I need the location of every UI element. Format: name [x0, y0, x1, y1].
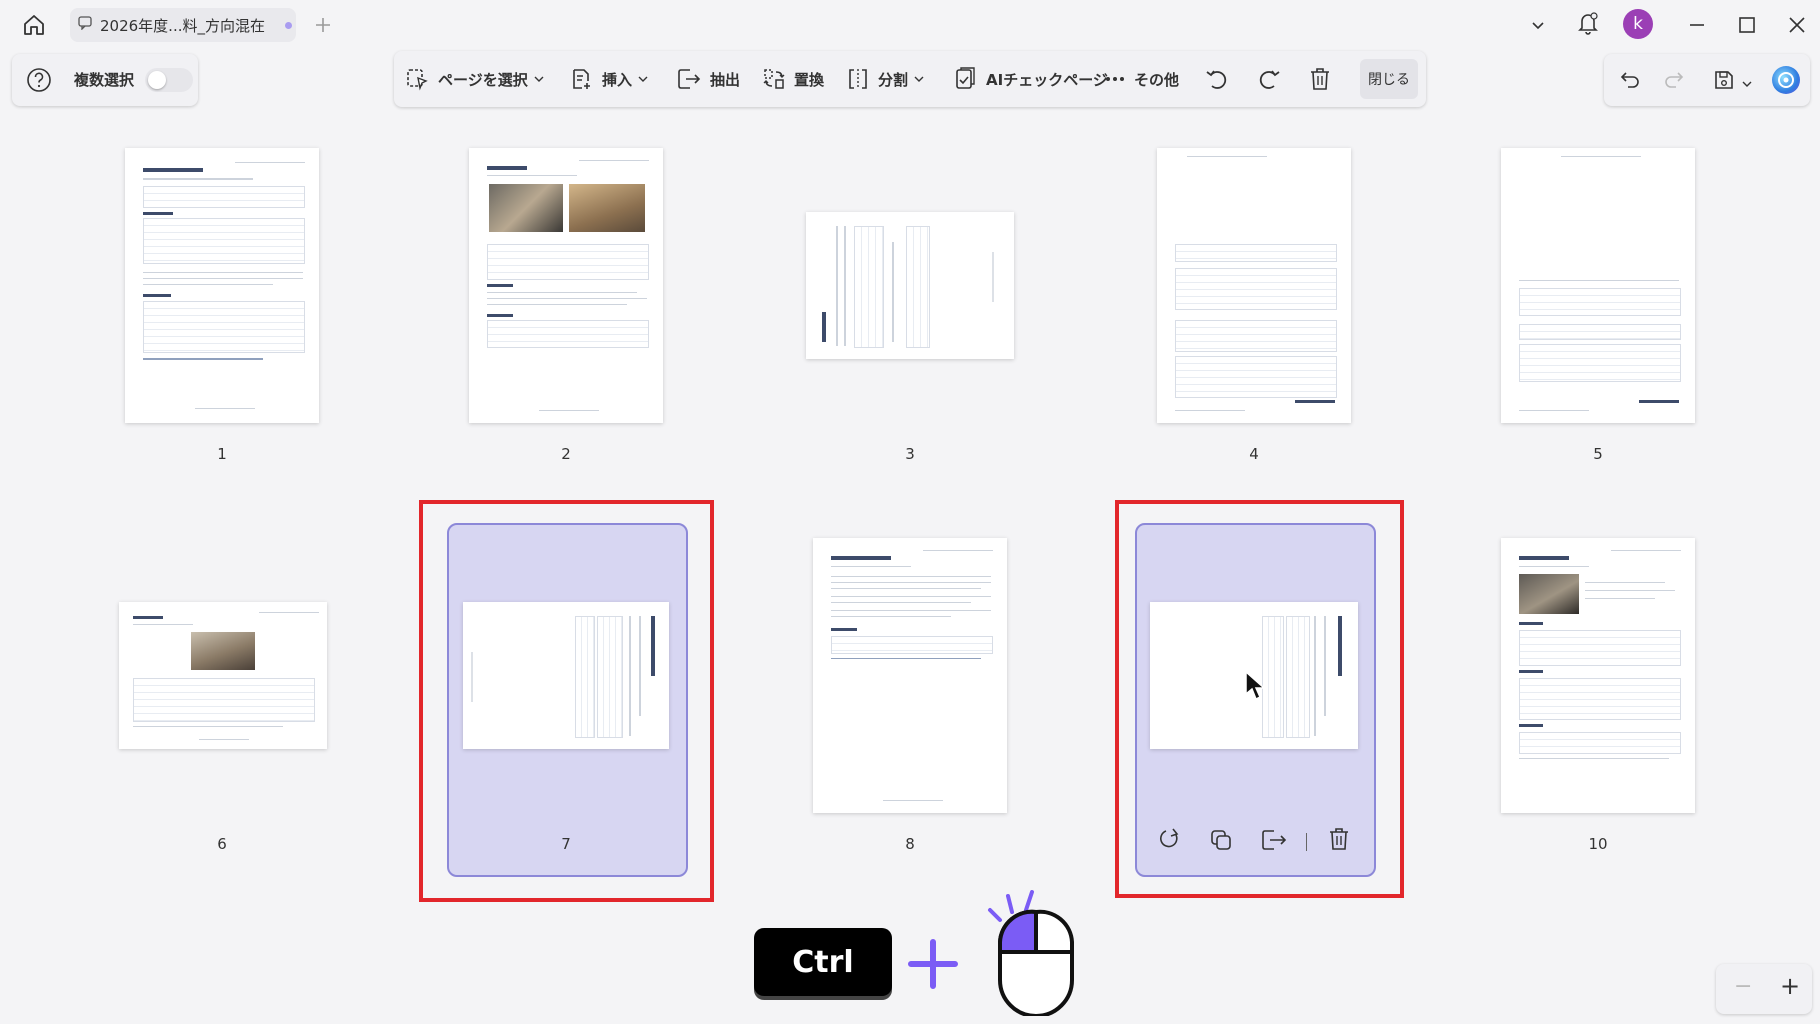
page-number: 7: [561, 835, 571, 853]
mouse-left-click-icon: [982, 890, 1078, 1020]
select-page-button[interactable]: ページを選択: [406, 51, 552, 107]
maximize-icon[interactable]: [1734, 12, 1760, 38]
split-button[interactable]: 分割: [846, 51, 932, 107]
right-toolbar: [1604, 54, 1810, 106]
page-number: 6: [217, 835, 227, 853]
chevron-down-icon[interactable]: [1742, 74, 1752, 93]
replace-button[interactable]: 置換: [762, 51, 824, 107]
ctrl-key-label: Ctrl: [792, 944, 854, 980]
page-number: 8: [905, 835, 915, 853]
ai-check-label: AIチェックページ: [986, 70, 1108, 89]
trash-icon: [1311, 68, 1329, 90]
more-label: その他: [1134, 70, 1180, 89]
replace-icon: [763, 69, 785, 89]
page-thumbnail[interactable]: [463, 602, 669, 749]
chevron-down-icon: [534, 76, 544, 82]
ctrl-key-graphic: Ctrl: [754, 928, 892, 996]
extract-page-icon[interactable]: [1260, 828, 1288, 856]
more-button[interactable]: その他: [1104, 51, 1179, 107]
close-button[interactable]: 閉じる: [1360, 59, 1418, 99]
extract-icon: [678, 69, 701, 89]
page-toolbar: ページを選択 挿入 抽出 置換 分割 AIチェックページ その他 閉じる: [394, 51, 1426, 107]
split-icon: [849, 69, 867, 89]
delete-page-button[interactable]: [1308, 51, 1340, 107]
tab-title: 2026年度...料_方向混在: [100, 16, 265, 35]
page-thumbnail[interactable]: [806, 212, 1014, 359]
page-thumbnail[interactable]: [1157, 148, 1351, 423]
page-number: 10: [1588, 835, 1608, 853]
page-thumbnail[interactable]: [125, 148, 319, 423]
select-page-icon: [407, 69, 428, 91]
user-avatar[interactable]: k: [1623, 9, 1653, 39]
undo-icon[interactable]: [1618, 68, 1642, 96]
avatar-letter: k: [1633, 14, 1643, 34]
zoom-out-button[interactable]: −: [1734, 974, 1752, 999]
redo-icon[interactable]: [1662, 68, 1686, 96]
page-number: 2: [561, 445, 571, 463]
replace-label: 置換: [794, 70, 825, 89]
ai-check-page-button[interactable]: AIチェックページ: [954, 51, 1108, 107]
multi-select-label: 複数選択: [74, 71, 135, 89]
comment-icon: [78, 16, 92, 34]
rotate-right-button[interactable]: [1256, 51, 1290, 107]
insert-button[interactable]: 挿入: [570, 51, 656, 107]
close-label: 閉じる: [1368, 72, 1410, 88]
trash-icon[interactable]: [1327, 826, 1351, 856]
new-tab-icon[interactable]: [310, 12, 336, 38]
rotate-right-icon: [1259, 70, 1280, 89]
duplicate-page-icon[interactable]: [1209, 828, 1233, 856]
zoom-controls: − +: [1716, 964, 1812, 1014]
more-dots-icon: [1106, 77, 1124, 81]
chevron-down-icon[interactable]: [1525, 12, 1551, 38]
chevron-down-icon: [638, 76, 648, 82]
chevron-down-icon: [914, 76, 924, 82]
plus-icon: [907, 938, 959, 994]
insert-icon: [573, 69, 590, 89]
title-bar: 2026年度...料_方向混在 k: [0, 0, 1820, 50]
help-icon[interactable]: [26, 67, 52, 97]
close-window-icon[interactable]: [1784, 12, 1810, 38]
document-tab[interactable]: 2026年度...料_方向混在: [70, 8, 296, 42]
page-thumbnail[interactable]: [469, 148, 663, 423]
page-thumbnail[interactable]: [119, 602, 327, 749]
extract-button[interactable]: 抽出: [676, 51, 740, 107]
extract-label: 抽出: [710, 70, 741, 89]
home-icon[interactable]: [21, 12, 47, 38]
mouse-cursor-icon: [1244, 670, 1266, 706]
zoom-in-button[interactable]: +: [1780, 972, 1800, 1000]
rotate-left-icon: [1206, 70, 1227, 89]
insert-label: 挿入: [602, 70, 633, 89]
select-page-label: ページを選択: [438, 70, 528, 89]
multi-select-panel: 複数選択: [12, 54, 198, 106]
divider: [1306, 833, 1307, 851]
page-number: 4: [1249, 445, 1259, 463]
minimize-icon[interactable]: [1684, 12, 1710, 38]
page-thumbnail[interactable]: [1501, 538, 1695, 813]
page-thumbnail[interactable]: [1501, 148, 1695, 423]
ai-check-icon: [956, 67, 975, 89]
rotate-left-button[interactable]: [1204, 51, 1238, 107]
page-number: 3: [905, 445, 915, 463]
ai-assistant-icon[interactable]: [1772, 66, 1800, 94]
split-label: 分割: [878, 70, 909, 89]
page-number: 1: [217, 445, 227, 463]
page-number: 5: [1593, 445, 1603, 463]
save-icon[interactable]: [1712, 68, 1736, 96]
page-thumbnail[interactable]: [813, 538, 1007, 813]
unsaved-dot: [284, 21, 292, 29]
multi-select-toggle[interactable]: [145, 68, 193, 92]
notification-bell-icon[interactable]: [1575, 10, 1601, 36]
rotate-page-icon[interactable]: [1158, 826, 1182, 856]
